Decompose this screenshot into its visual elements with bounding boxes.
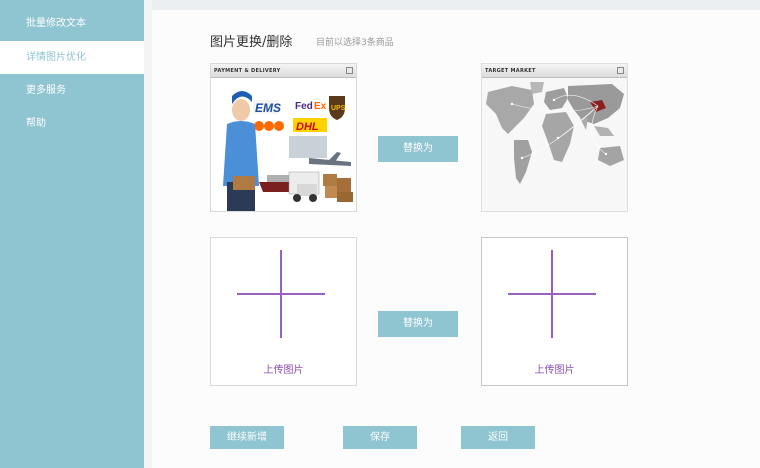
continue-add-button[interactable]: 继续新增 bbox=[210, 426, 284, 449]
sidebar-item-batch-edit-text[interactable]: 批量修改文本 bbox=[0, 7, 144, 40]
image-header-bar: TARGET MARKET bbox=[482, 64, 627, 78]
svg-text:Fed: Fed bbox=[295, 101, 313, 112]
ems-logo-icon: EMS bbox=[253, 100, 281, 115]
svg-text:UPS: UPS bbox=[331, 105, 346, 112]
upload-source-image-box[interactable]: 上传图片 bbox=[210, 237, 357, 386]
replace-button-row-2[interactable]: 替换为 bbox=[378, 311, 458, 337]
top-bar bbox=[152, 0, 760, 10]
upload-image-label: 上传图片 bbox=[534, 365, 575, 376]
svg-text:Ex: Ex bbox=[314, 101, 327, 112]
world-map-illustration bbox=[482, 78, 627, 211]
delivery-illustration: EMS Fed Ex UPS DHL bbox=[211, 78, 356, 211]
fedex-logo-icon: Fed Ex bbox=[295, 101, 327, 112]
svg-text:EMS: EMS bbox=[255, 101, 281, 115]
image-header-text: TARGET MARKET bbox=[485, 68, 536, 74]
sidebar-item-help[interactable]: 帮助 bbox=[0, 107, 144, 140]
sidebar-item-more-services[interactable]: 更多服务 bbox=[0, 74, 144, 107]
plus-icon-vertical bbox=[551, 250, 553, 338]
source-image-payment-delivery[interactable]: PAYMENT & DELIVERY EMS Fed Ex UPS DHL bbox=[210, 63, 357, 212]
sidebar-gutter bbox=[144, 0, 152, 468]
save-button[interactable]: 保存 bbox=[343, 426, 417, 449]
cardboard-boxes-icon bbox=[323, 174, 353, 202]
svg-text:DHL: DHL bbox=[296, 121, 319, 133]
page-title: 图片更换/删除 bbox=[210, 35, 293, 50]
sidebar-item-detail-image-optimize[interactable]: 详情图片优化 bbox=[0, 41, 144, 74]
sidebar: 批量修改文本 详情图片优化 更多服务 帮助 bbox=[0, 0, 144, 468]
dhl-logo-icon: DHL bbox=[293, 118, 327, 133]
replacement-image-target-market[interactable]: TARGET MARKET bbox=[481, 63, 628, 212]
back-button[interactable]: 返回 bbox=[461, 426, 535, 449]
image-header-bar: PAYMENT & DELIVERY bbox=[211, 64, 356, 78]
image-header-text: PAYMENT & DELIVERY bbox=[214, 68, 281, 74]
upload-image-label: 上传图片 bbox=[263, 365, 304, 376]
close-icon bbox=[346, 67, 353, 74]
close-icon bbox=[617, 67, 624, 74]
replace-button-row-1[interactable]: 替换为 bbox=[378, 136, 458, 162]
selection-count-text: 目前以选择3条商品 bbox=[316, 38, 394, 48]
tnt-logo-icon bbox=[254, 121, 284, 131]
upload-replacement-image-box[interactable]: 上传图片 bbox=[481, 237, 628, 386]
plus-icon-vertical bbox=[280, 250, 282, 338]
